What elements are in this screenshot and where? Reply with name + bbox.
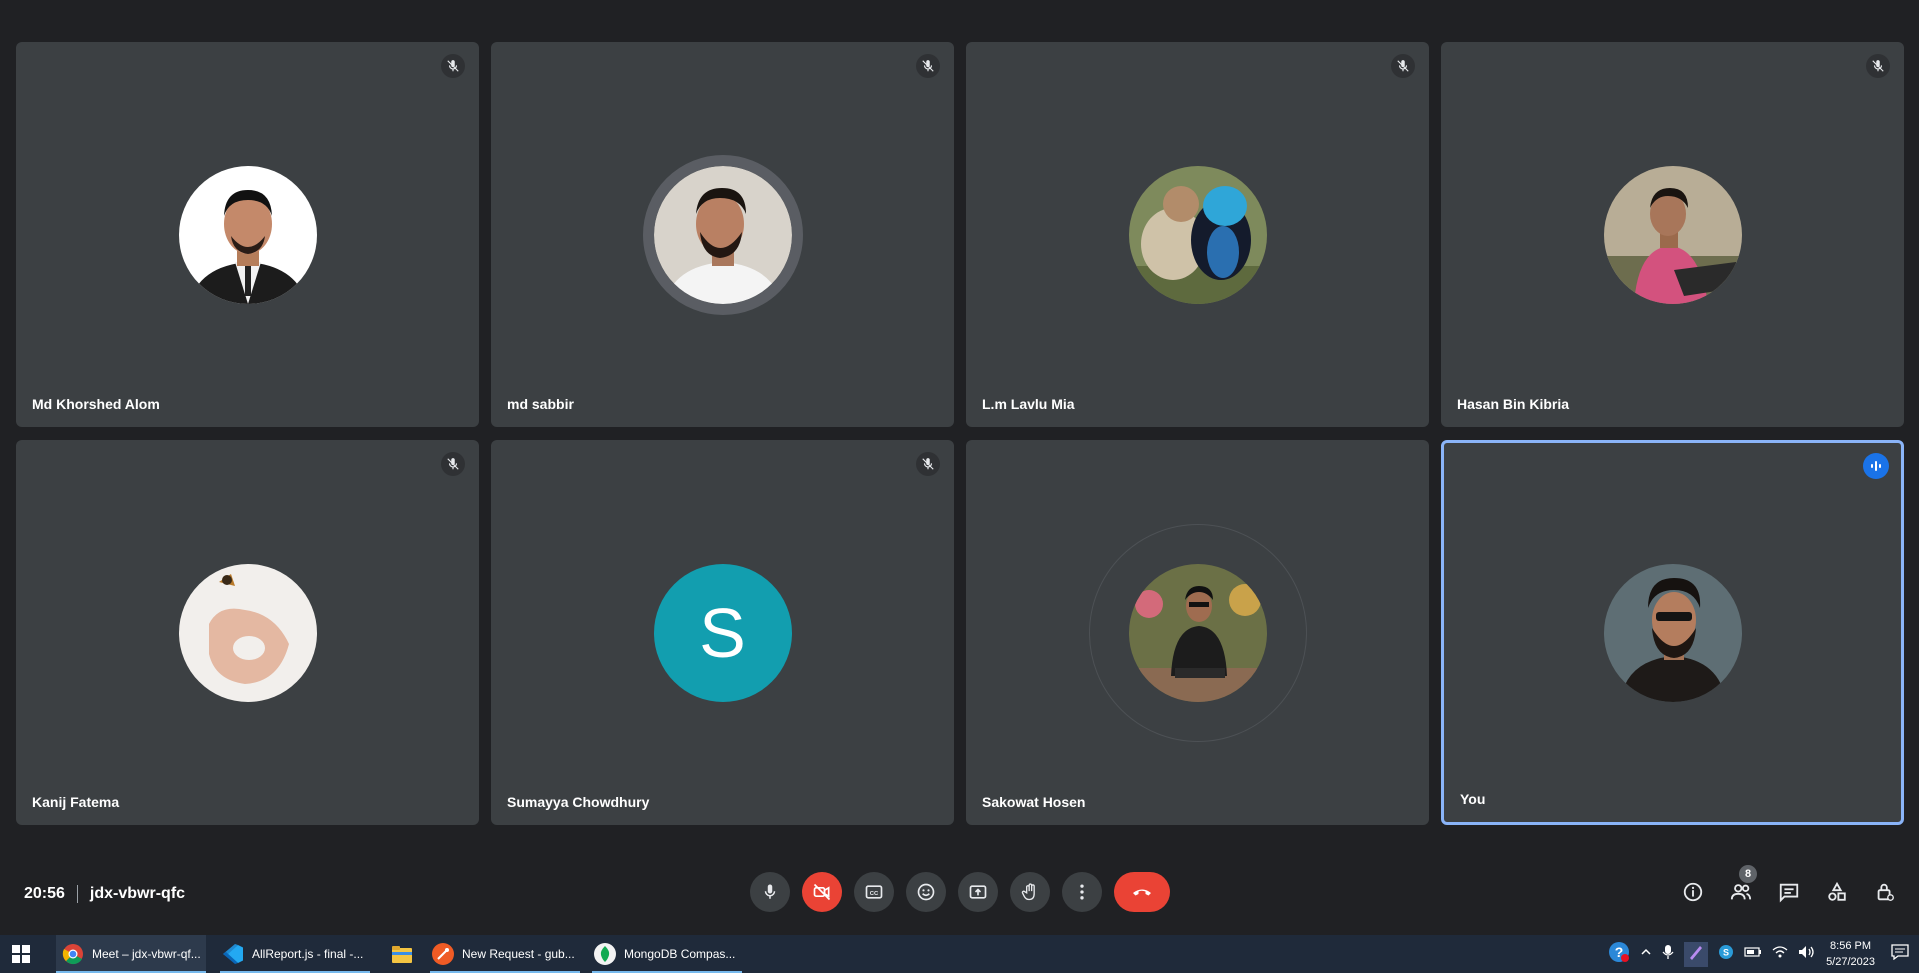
side-controls: 8 — [1673, 865, 1905, 912]
audio-level-ring — [642, 154, 803, 315]
taskbar-item-label: Meet – jdx-vbwr-qf... — [92, 947, 201, 961]
activities-icon — [1828, 881, 1846, 901]
battery-icon[interactable] — [1744, 945, 1762, 963]
call-controls: CC — [750, 872, 1170, 912]
help-icon[interactable]: ? — [1608, 941, 1630, 968]
present-button[interactable] — [958, 872, 998, 912]
participant-tile[interactable]: Md Khorshed Alom — [16, 42, 479, 427]
mic-off-icon — [916, 54, 940, 78]
meeting-info: 20:56 jdx-vbwr-qfc — [24, 885, 185, 903]
chat-button[interactable] — [1769, 872, 1809, 912]
audio-level-ring — [1088, 523, 1307, 742]
mic-off-icon — [916, 452, 940, 476]
participant-name: Kanij Fatema — [32, 794, 120, 810]
taskbar-item-label: MongoDB Compas... — [624, 947, 736, 961]
participant-tile[interactable]: Sakowat Hosen — [966, 440, 1429, 825]
svg-text:CC: CC — [870, 891, 879, 897]
volume-icon[interactable] — [1798, 945, 1816, 964]
participant-tile-self[interactable]: You — [1441, 440, 1904, 825]
system-tray: ? S 8:56 PM 5/27/2023 — [1608, 935, 1919, 973]
activities-button[interactable] — [1817, 872, 1857, 912]
start-button[interactable] — [12, 935, 36, 973]
more-options-icon — [1080, 884, 1084, 900]
raise-hand-button[interactable] — [1010, 872, 1050, 912]
chat-icon — [1779, 883, 1799, 903]
present-icon — [969, 885, 987, 899]
reactions-button[interactable] — [906, 872, 946, 912]
more-options-button[interactable] — [1062, 872, 1102, 912]
svg-text:S: S — [1723, 947, 1729, 957]
participant-tile[interactable]: L.m Lavlu Mia — [966, 42, 1429, 427]
people-icon — [1730, 884, 1752, 900]
participant-name: md sabbir — [507, 396, 574, 412]
vscode-icon — [222, 943, 244, 965]
mic-icon — [764, 884, 776, 899]
captions-button[interactable]: CC — [854, 872, 894, 912]
participant-name: You — [1460, 791, 1486, 807]
mic-off-icon — [441, 452, 465, 476]
meet-window: Md Khorshed Alom md sabbir L.m Lavlu Mia… — [0, 0, 1919, 935]
participant-name: L.m Lavlu Mia — [982, 396, 1075, 412]
taskbar-item-postman[interactable]: New Request - gub... — [430, 935, 580, 973]
captions-icon: CC — [865, 885, 883, 899]
participant-tile[interactable]: md sabbir — [491, 42, 954, 427]
letter-avatar: S — [653, 563, 792, 702]
participant-name: Md Khorshed Alom — [32, 396, 160, 412]
chevron-up-icon[interactable] — [1640, 945, 1652, 963]
taskbar-item-label: New Request - gub... — [462, 947, 575, 961]
participant-name: Hasan Bin Kibria — [1457, 396, 1570, 412]
taskbar-item-label: AllReport.js - final -... — [252, 947, 364, 961]
wifi-icon[interactable] — [1772, 945, 1788, 964]
mic-off-icon — [1866, 54, 1890, 78]
camera-button[interactable] — [802, 872, 842, 912]
participant-count-badge: 8 — [1739, 865, 1757, 883]
taskbar-item-file-explorer[interactable] — [385, 935, 419, 973]
clock-date: 5/27/2023 — [1826, 956, 1875, 968]
meeting-time: 20:56 — [24, 885, 65, 902]
meeting-code[interactable]: jdx-vbwr-qfc — [90, 885, 185, 903]
participant-name: Sumayya Chowdhury — [507, 794, 650, 810]
avatar — [1603, 165, 1742, 304]
avatar — [1603, 563, 1742, 702]
microphone-tray-icon[interactable] — [1662, 944, 1674, 965]
camera-off-icon — [813, 883, 831, 901]
mongodb-icon — [594, 943, 616, 965]
avatar — [178, 165, 317, 304]
avatar — [1128, 165, 1267, 304]
host-controls-button[interactable] — [1865, 872, 1905, 912]
mic-button[interactable] — [750, 872, 790, 912]
skype-icon[interactable]: S — [1718, 944, 1734, 965]
chrome-icon — [62, 943, 84, 965]
info-icon — [1683, 882, 1703, 902]
speaking-indicator-icon — [1863, 453, 1889, 479]
participant-tile[interactable]: Hasan Bin Kibria — [1441, 42, 1904, 427]
file-explorer-icon — [391, 943, 413, 965]
participant-name: Sakowat Hosen — [982, 794, 1086, 810]
participant-tile[interactable]: Kanij Fatema — [16, 440, 479, 825]
control-bar: 20:56 jdx-vbwr-qfc CC 8 — [0, 865, 1919, 923]
emoji-icon — [917, 883, 935, 901]
participant-tile[interactable]: S Sumayya Chowdhury — [491, 440, 954, 825]
avatar — [178, 563, 317, 702]
host-controls-icon — [1877, 883, 1894, 901]
clock-time: 8:56 PM — [1830, 940, 1872, 952]
taskbar-item-mongodb[interactable]: MongoDB Compas... — [592, 935, 742, 973]
divider — [76, 885, 78, 903]
windows-taskbar: Meet – jdx-vbwr-qf... AllReport.js - fin… — [0, 935, 1919, 973]
mic-off-icon — [1391, 54, 1415, 78]
hangup-icon — [1133, 889, 1151, 896]
pen-icon[interactable] — [1684, 941, 1709, 967]
taskbar-item-chrome[interactable]: Meet – jdx-vbwr-qf... — [56, 935, 206, 973]
postman-icon — [432, 943, 454, 965]
taskbar-clock[interactable]: 8:56 PM 5/27/2023 — [1826, 938, 1875, 970]
raise-hand-icon — [1021, 883, 1035, 901]
windows-logo-icon — [12, 945, 30, 963]
mic-off-icon — [441, 54, 465, 78]
taskbar-item-vscode[interactable]: AllReport.js - final -... — [220, 935, 370, 973]
notifications-icon[interactable] — [1885, 943, 1909, 965]
people-button[interactable]: 8 — [1721, 865, 1761, 912]
meeting-details-button[interactable] — [1673, 872, 1713, 912]
leave-call-button[interactable] — [1114, 872, 1170, 912]
